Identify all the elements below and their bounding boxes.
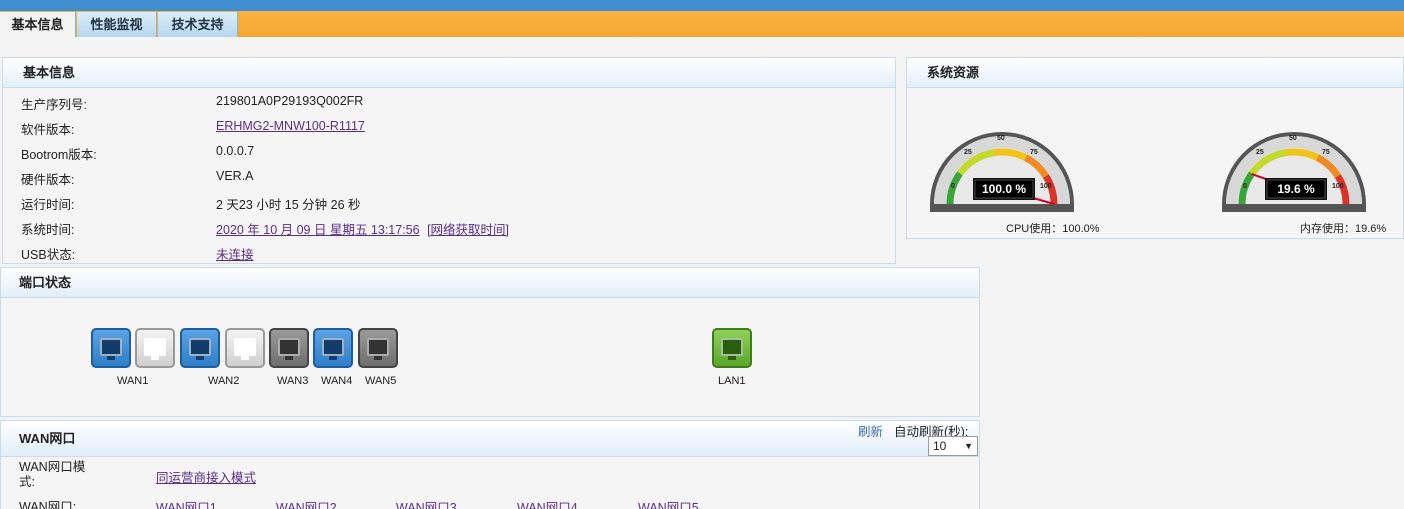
top-accent-bar xyxy=(0,0,1404,11)
hardware-version-label: 硬件版本: xyxy=(21,173,75,187)
mem-tick-100: 100 xyxy=(1332,183,1344,190)
memory-gauge-value: 19.6 % xyxy=(1277,182,1315,196)
ethernet-jack-tab xyxy=(241,356,249,360)
cpu-tick-100: 100 xyxy=(1040,183,1052,190)
wan-panel: WAN网口 xyxy=(0,420,980,509)
port-wan5-icon[interactable] xyxy=(358,328,398,368)
bootrom-label: Bootrom版本: xyxy=(21,148,97,162)
port-wan1-label: WAN1 xyxy=(117,375,149,387)
port-empty-icon[interactable] xyxy=(225,328,265,368)
ethernet-jack-icon xyxy=(234,338,256,356)
software-version-label: 软件版本: xyxy=(21,123,75,137)
port-wan3-icon[interactable] xyxy=(269,328,309,368)
system-time-label: 系统时间: xyxy=(21,223,75,237)
serial-label: 生产序列号: xyxy=(21,98,87,112)
wan-mode-label: WAN网口模 式: xyxy=(19,460,85,490)
port-wan1-icon[interactable] xyxy=(91,328,131,368)
port-empty-icon[interactable] xyxy=(135,328,175,368)
wan-mode-label-line1: WAN网口模 xyxy=(19,460,86,474)
wan-mode-label-line2: 式: xyxy=(19,475,35,489)
mem-tick-0: 0 xyxy=(1243,183,1247,190)
ethernet-jack-icon xyxy=(278,338,300,356)
mem-tick-75: 75 xyxy=(1322,149,1330,156)
basic-info-title: 基本信息 xyxy=(3,58,895,88)
wan-port-link-2[interactable]: WAN网口2 xyxy=(276,497,337,509)
ethernet-jack-tab xyxy=(196,356,204,360)
port-wan5-label: WAN5 xyxy=(365,375,397,387)
mem-tick-50: 50 xyxy=(1289,135,1297,142)
serial-value: 219801A0P29193Q002FR xyxy=(216,94,364,108)
port-wan2-label: WAN2 xyxy=(208,375,240,387)
wan-port-link-4[interactable]: WAN网口4 xyxy=(517,497,578,509)
cpu-tick-75: 75 xyxy=(1030,149,1038,156)
system-resources-title: 系统资源 xyxy=(907,58,1403,88)
hardware-version-value: VER.A xyxy=(216,169,254,183)
port-wan4-label: WAN4 xyxy=(321,375,353,387)
network-time-link[interactable]: [网络获取时间] xyxy=(427,223,509,237)
cpu-gauge: 0 25 50 75 100 100.0 % xyxy=(930,132,1074,212)
wan-ports-label: WAN网口: xyxy=(19,500,77,509)
port-wan2-icon[interactable] xyxy=(180,328,220,368)
auto-refresh-value: 10 xyxy=(933,439,947,453)
chevron-down-icon: ▼ xyxy=(964,441,973,451)
cpu-tick-50: 50 xyxy=(997,135,1005,142)
cpu-gauge-value: 100.0 % xyxy=(982,182,1026,196)
tab-performance[interactable]: 性能监视 xyxy=(77,12,157,37)
refresh-link[interactable]: 刷新 xyxy=(858,421,883,440)
port-status-title: 端口状态 xyxy=(1,268,979,298)
ethernet-jack-tab xyxy=(728,356,736,360)
wan-port-link-5[interactable]: WAN网口5 xyxy=(638,497,699,509)
system-time-row: 2020 年 10 月 09 日 星期五 13:17:56 [网络获取时间] xyxy=(216,219,509,238)
memory-gauge: 0 25 50 75 100 19.6 % xyxy=(1222,132,1366,212)
ethernet-jack-icon xyxy=(322,338,344,356)
port-lan1-icon[interactable] xyxy=(712,328,752,368)
ethernet-jack-tab xyxy=(107,356,115,360)
ethernet-jack-tab xyxy=(329,356,337,360)
usb-status-label: USB状态: xyxy=(21,248,76,262)
system-time-link[interactable]: 2020 年 10 月 09 日 星期五 13:17:56 xyxy=(216,223,420,237)
tab-basic-info[interactable]: 基本信息 xyxy=(0,12,76,37)
wan-mode-link[interactable]: 同运营商接入模式 xyxy=(156,467,256,486)
cpu-usage-caption: CPU使用：100.0% xyxy=(1006,223,1100,235)
wan-port-link-3[interactable]: WAN网口3 xyxy=(396,497,457,509)
usb-status-link[interactable]: 未连接 xyxy=(216,244,254,263)
ethernet-jack-icon xyxy=(189,338,211,356)
uptime-value: 2 天23 小时 15 分钟 26 秒 xyxy=(216,198,361,212)
ethernet-jack-tab xyxy=(374,356,382,360)
port-lan1-label: LAN1 xyxy=(718,375,746,387)
ethernet-jack-icon xyxy=(721,338,743,356)
auto-refresh-select[interactable]: 10 ▼ xyxy=(928,436,978,456)
wan-port-link-1[interactable]: WAN网口1 xyxy=(156,497,217,509)
memory-usage-caption: 内存使用：19.6% xyxy=(1300,223,1387,235)
tab-tech-support[interactable]: 技术支持 xyxy=(158,12,238,37)
wan-title: WAN网口 xyxy=(1,421,979,457)
cpu-tick-25: 25 xyxy=(964,149,972,156)
port-wan3-label: WAN3 xyxy=(277,375,309,387)
mem-tick-25: 25 xyxy=(1256,149,1264,156)
ethernet-jack-icon xyxy=(367,338,389,356)
port-wan4-icon[interactable] xyxy=(313,328,353,368)
ethernet-jack-icon xyxy=(144,338,166,356)
software-version-link[interactable]: ERHMG2-MNW100-R1117 xyxy=(216,119,365,133)
bootrom-value: 0.0.0.7 xyxy=(216,144,255,158)
uptime-label: 运行时间: xyxy=(21,198,75,212)
ethernet-jack-tab xyxy=(151,356,159,360)
ethernet-jack-tab xyxy=(285,356,293,360)
cpu-tick-0: 0 xyxy=(951,183,955,190)
ethernet-jack-icon xyxy=(100,338,122,356)
